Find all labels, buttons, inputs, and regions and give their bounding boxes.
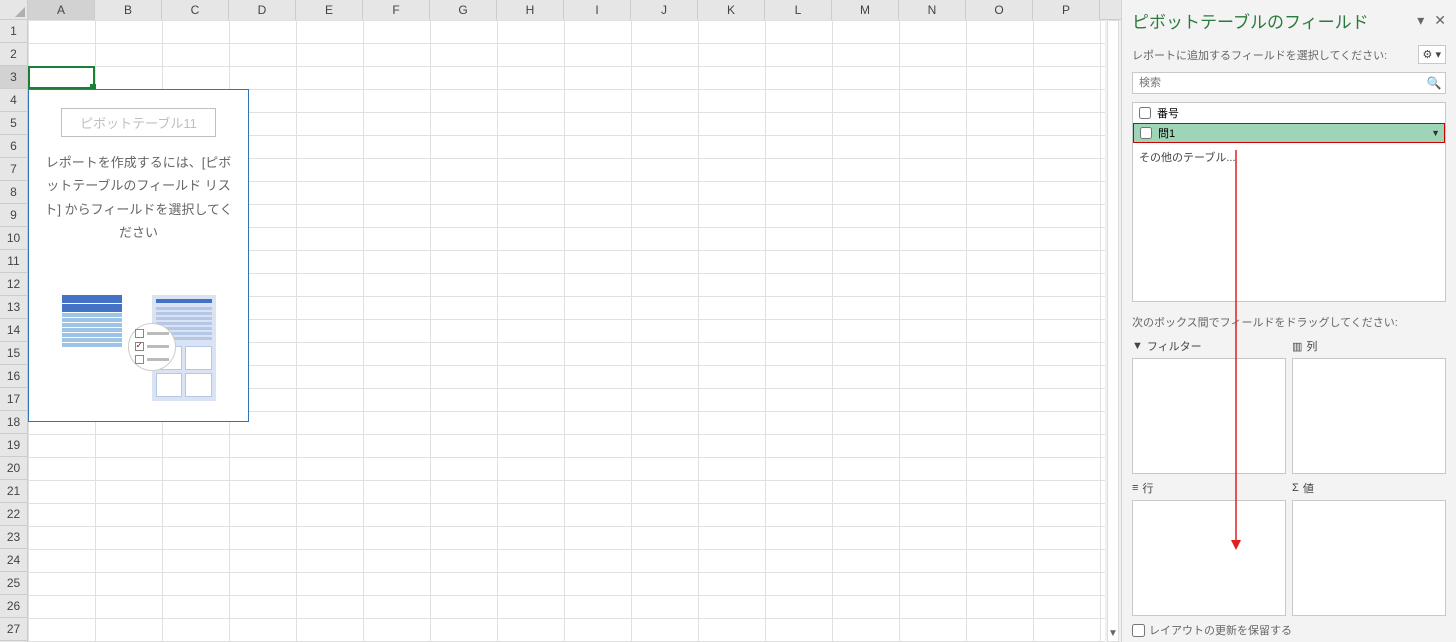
row-header[interactable]: 17: [0, 388, 27, 411]
row-header[interactable]: 14: [0, 319, 27, 342]
column-header[interactable]: F: [363, 0, 430, 20]
field-item[interactable]: 番号: [1133, 103, 1445, 123]
gear-icon[interactable]: ⚙ ▾: [1418, 45, 1446, 64]
column-header[interactable]: H: [497, 0, 564, 20]
pivot-message: レポートを作成するには、[ピボットテーブルのフィールド リスト] からフィールド…: [37, 151, 240, 245]
values-zone[interactable]: Σ値: [1292, 480, 1446, 616]
sigma-icon: Σ: [1292, 482, 1299, 494]
chevron-down-icon[interactable]: ▼: [1431, 128, 1440, 138]
defer-layout-checkbox[interactable]: [1132, 624, 1145, 637]
row-header[interactable]: 21: [0, 480, 27, 503]
row-header[interactable]: 23: [0, 526, 27, 549]
rows-zone[interactable]: ≡行: [1132, 480, 1286, 616]
row-header[interactable]: 5: [0, 112, 27, 135]
filter-icon: ▼: [1132, 340, 1143, 352]
columns-zone[interactable]: ▥列: [1292, 338, 1446, 474]
panel-title: ピボットテーブルのフィールド: [1132, 8, 1369, 33]
panel-options-icon[interactable]: ▾: [1417, 12, 1424, 29]
row-header[interactable]: 9: [0, 204, 27, 227]
row-header[interactable]: 12: [0, 273, 27, 296]
field-label: 番号: [1157, 105, 1179, 121]
search-box[interactable]: 🔍: [1132, 72, 1446, 94]
row-header[interactable]: 8: [0, 181, 27, 204]
field-checkbox[interactable]: [1140, 127, 1152, 139]
column-header[interactable]: D: [229, 0, 296, 20]
field-list[interactable]: 番号問1 ▼ その他のテーブル...: [1132, 102, 1446, 302]
defer-layout-label: レイアウトの更新を保留する: [1149, 622, 1292, 638]
column-header[interactable]: G: [430, 0, 497, 20]
row-headers: 1234567891011121314151617181920212223242…: [0, 20, 28, 642]
row-header[interactable]: 24: [0, 549, 27, 572]
active-cell[interactable]: [28, 66, 95, 89]
row-header[interactable]: 3: [0, 66, 27, 89]
pivot-illustration: [37, 295, 240, 401]
row-header[interactable]: 16: [0, 365, 27, 388]
columns-icon: ▥: [1292, 340, 1302, 353]
pivot-placeholder[interactable]: ピボットテーブル11 レポートを作成するには、[ピボットテーブルのフィールド リ…: [28, 89, 249, 422]
panel-subtitle: レポートに追加するフィールドを選択してください:: [1132, 47, 1387, 63]
row-header[interactable]: 26: [0, 595, 27, 618]
search-input[interactable]: [1133, 73, 1423, 93]
drag-instruction: 次のボックス間でフィールドをドラッグしてください:: [1132, 314, 1446, 330]
field-label: 問1: [1158, 125, 1175, 141]
column-header[interactable]: P: [1033, 0, 1100, 20]
column-header[interactable]: E: [296, 0, 363, 20]
row-header[interactable]: 20: [0, 457, 27, 480]
row-header[interactable]: 18: [0, 411, 27, 434]
search-icon[interactable]: 🔍: [1423, 73, 1445, 93]
select-all-corner[interactable]: [0, 0, 28, 20]
row-header[interactable]: 11: [0, 250, 27, 273]
row-header[interactable]: 1: [0, 20, 27, 43]
row-header[interactable]: 4: [0, 89, 27, 112]
filter-zone[interactable]: ▼フィルター: [1132, 338, 1286, 474]
rows-icon: ≡: [1132, 482, 1138, 494]
row-header[interactable]: 13: [0, 296, 27, 319]
column-header[interactable]: A: [28, 0, 95, 20]
cells-area[interactable]: ピボットテーブル11 レポートを作成するには、[ピボットテーブルのフィールド リ…: [28, 20, 1121, 642]
column-header[interactable]: K: [698, 0, 765, 20]
row-header[interactable]: 22: [0, 503, 27, 526]
row-header[interactable]: 7: [0, 158, 27, 181]
more-tables-link[interactable]: その他のテーブル...: [1133, 143, 1445, 171]
field-item[interactable]: 問1 ▼: [1133, 123, 1445, 143]
row-header[interactable]: 2: [0, 43, 27, 66]
row-header[interactable]: 10: [0, 227, 27, 250]
row-header[interactable]: 25: [0, 572, 27, 595]
close-icon[interactable]: ✕: [1434, 12, 1446, 29]
column-header[interactable]: M: [832, 0, 899, 20]
column-header[interactable]: I: [564, 0, 631, 20]
row-header[interactable]: 19: [0, 434, 27, 457]
row-header[interactable]: 6: [0, 135, 27, 158]
row-header[interactable]: 15: [0, 342, 27, 365]
pivot-title: ピボットテーブル11: [61, 108, 216, 137]
column-header[interactable]: L: [765, 0, 832, 20]
row-header[interactable]: 27: [0, 618, 27, 641]
spreadsheet-grid[interactable]: ABCDEFGHIJKLMNOP 12345678910111213141516…: [0, 0, 1121, 642]
column-headers: ABCDEFGHIJKLMNOP: [0, 0, 1121, 20]
pivot-fields-panel: ピボットテーブルのフィールド ▾ ✕ レポートに追加するフィールドを選択してくだ…: [1121, 0, 1456, 642]
column-header[interactable]: N: [899, 0, 966, 20]
vertical-scrollbar[interactable]: ▼: [1105, 20, 1121, 642]
column-header[interactable]: C: [162, 0, 229, 20]
column-header[interactable]: O: [966, 0, 1033, 20]
column-header[interactable]: B: [95, 0, 162, 20]
column-header[interactable]: J: [631, 0, 698, 20]
field-checkbox[interactable]: [1139, 107, 1151, 119]
